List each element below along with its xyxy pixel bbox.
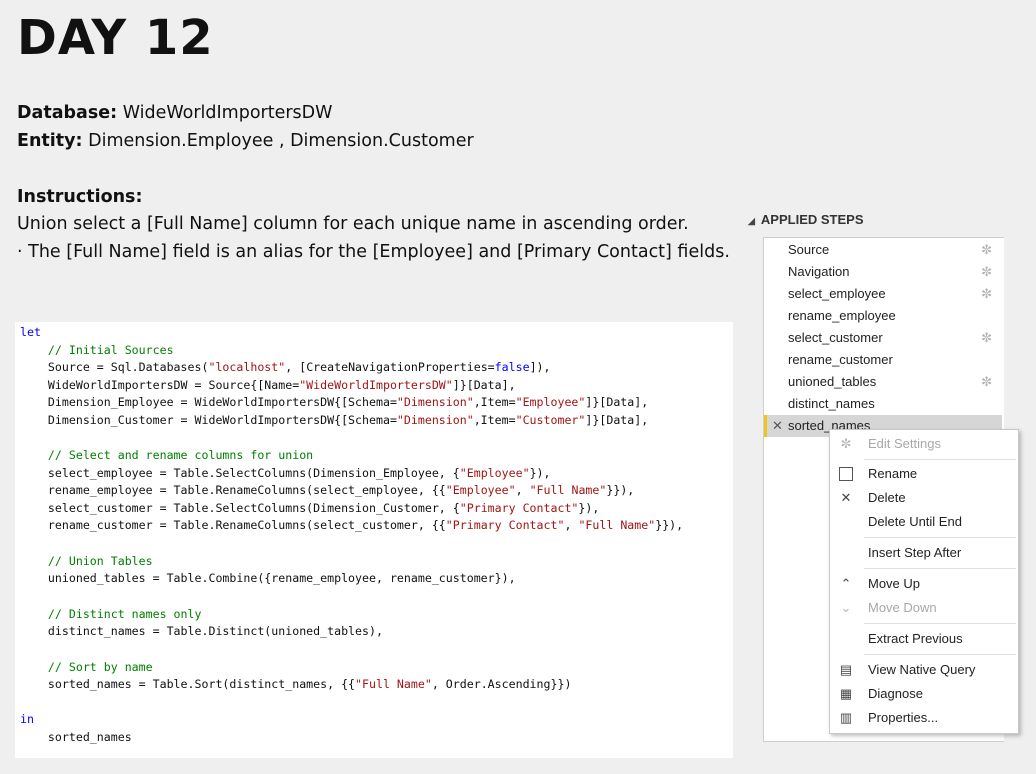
code-comment: // Initial Sources xyxy=(20,343,174,357)
step-distinct-names[interactable]: distinct_names xyxy=(764,393,1002,415)
menu-move-down[interactable]: ⌄ Move Down xyxy=(830,596,1018,620)
menu-edit-settings[interactable]: ✼ Edit Settings xyxy=(830,432,1018,456)
code-editor[interactable]: let // Initial Sources Source = Sql.Data… xyxy=(15,322,733,758)
gear-icon[interactable]: ✼ xyxy=(981,283,992,305)
gear-icon: ✼ xyxy=(840,436,852,451)
code-line: unioned_tables = Table.Combine({rename_e… xyxy=(20,571,516,585)
code-line: sorted_names xyxy=(20,730,132,744)
chevron-down-icon: ⌄ xyxy=(840,600,852,615)
instructions-heading: Instructions: xyxy=(17,187,143,207)
menu-separator xyxy=(864,537,1016,538)
menu-separator xyxy=(864,568,1016,569)
menu-extract-previous[interactable]: Extract Previous xyxy=(830,627,1018,651)
menu-delete-until-end[interactable]: Delete Until End xyxy=(830,510,1018,534)
code-line: select_employee = Table.SelectColumns(Di… xyxy=(20,466,551,480)
menu-insert-step-after[interactable]: Insert Step After xyxy=(830,541,1018,565)
menu-diagnose[interactable]: ▦ Diagnose xyxy=(830,682,1018,706)
properties-icon: ▥ xyxy=(839,710,853,725)
close-icon: ✕ xyxy=(840,490,852,505)
code-line: rename_employee = Table.RenameColumns(se… xyxy=(20,483,635,497)
code-line: Source = Sql.Databases("localhost", [Cre… xyxy=(20,360,551,374)
applied-steps-header[interactable]: ◢ APPLIED STEPS xyxy=(748,212,864,227)
code-line: sorted_names = Table.Sort(distinct_names… xyxy=(20,677,572,691)
collapse-triangle-icon[interactable]: ◢ xyxy=(748,216,755,227)
code-line: WideWorldImportersDW = Source{[Name="Wid… xyxy=(20,378,516,392)
diagnose-icon: ▦ xyxy=(839,686,853,701)
gear-icon[interactable]: ✼ xyxy=(981,371,992,393)
code-line: in xyxy=(20,712,34,726)
step-rename-employee[interactable]: rename_employee xyxy=(764,305,1002,327)
step-rename-customer[interactable]: rename_customer xyxy=(764,349,1002,371)
step-select-employee[interactable]: select_employee ✼ xyxy=(764,283,1002,305)
code-line: Dimension_Customer = WideWorldImportersD… xyxy=(20,413,649,427)
menu-separator xyxy=(864,459,1016,460)
code-comment: // Sort by name xyxy=(20,660,153,674)
database-label: Database: xyxy=(17,103,118,123)
database-line: Database: WideWorldImportersDW xyxy=(17,101,332,125)
menu-delete[interactable]: ✕ Delete xyxy=(830,486,1018,510)
rename-icon xyxy=(836,462,856,486)
instructions-line-1: Union select a [Full Name] column for ea… xyxy=(17,214,689,234)
page-title: DAY 12 xyxy=(17,10,214,66)
step-unioned-tables[interactable]: unioned_tables ✼ xyxy=(764,371,1002,393)
menu-separator xyxy=(864,654,1016,655)
database-value: WideWorldImportersDW xyxy=(117,103,333,123)
menu-rename[interactable]: Rename xyxy=(830,462,1018,486)
entity-line: Entity: Dimension.Employee , Dimension.C… xyxy=(17,129,474,153)
step-navigation[interactable]: Navigation ✼ xyxy=(764,261,1002,283)
code-comment: // Distinct names only xyxy=(20,607,202,621)
menu-properties[interactable]: ▥ Properties... xyxy=(830,706,1018,730)
step-source[interactable]: Source ✼ xyxy=(764,239,1002,261)
code-line: let xyxy=(20,325,41,339)
entity-label: Entity: xyxy=(17,131,83,151)
gear-icon[interactable]: ✼ xyxy=(981,261,992,283)
instructions-line-2: · The [Full Name] field is an alias for … xyxy=(17,242,730,262)
code-comment: // Select and rename columns for union xyxy=(20,448,314,462)
menu-view-native-query[interactable]: ▤ View Native Query xyxy=(830,658,1018,682)
document-icon: ▤ xyxy=(839,662,853,677)
code-line: Dimension_Employee = WideWorldImportersD… xyxy=(20,395,649,409)
code-comment: // Union Tables xyxy=(20,554,153,568)
step-select-customer[interactable]: select_customer ✼ xyxy=(764,327,1002,349)
context-menu: ✼ Edit Settings Rename ✕ Delete Delete Unt… xyxy=(829,429,1019,734)
chevron-up-icon: ⌃ xyxy=(840,576,852,591)
menu-move-up[interactable]: ⌃ Move Up xyxy=(830,572,1018,596)
gear-icon[interactable]: ✼ xyxy=(981,327,992,349)
code-line: distinct_names = Table.Distinct(unioned_… xyxy=(20,624,383,638)
menu-separator xyxy=(864,623,1016,624)
code-line: rename_customer = Table.RenameColumns(se… xyxy=(20,518,684,532)
entity-value: Dimension.Employee , Dimension.Customer xyxy=(82,131,474,151)
gear-icon[interactable]: ✼ xyxy=(981,239,992,261)
delete-step-icon[interactable]: ✕ xyxy=(772,415,783,437)
code-line: select_customer = Table.SelectColumns(Di… xyxy=(20,501,600,515)
